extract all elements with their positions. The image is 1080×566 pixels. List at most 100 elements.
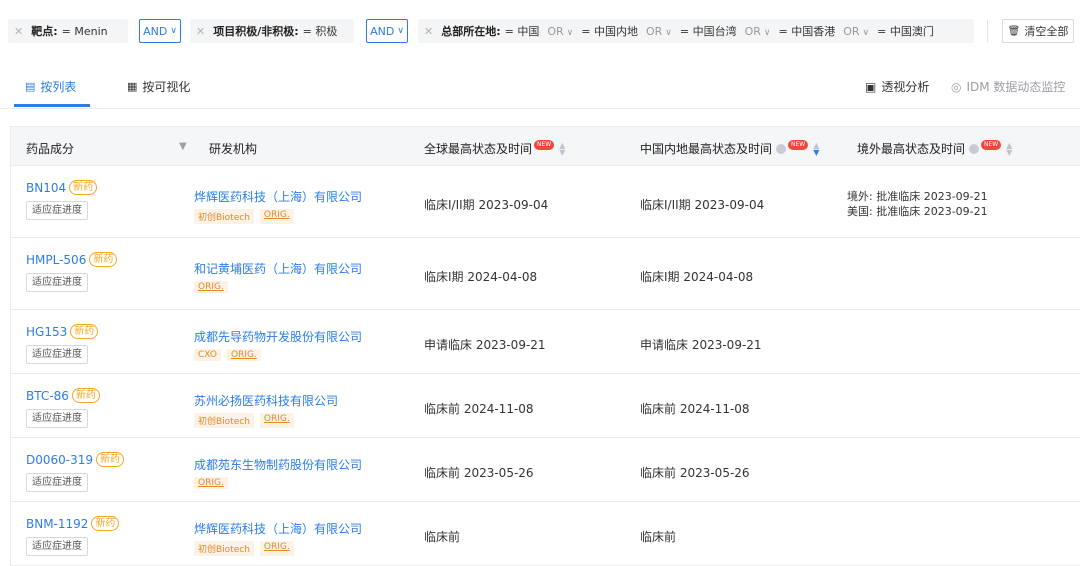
tab-visualization[interactable]: ▦ 按可视化 <box>127 78 190 95</box>
new-badge: NEW <box>534 139 555 150</box>
header-label: 中国内地最高状态及时间 <box>640 142 773 156</box>
org-tag[interactable]: ORIG. <box>259 541 294 556</box>
new-drug-badge: 新药 <box>96 452 125 467</box>
header-overseas-status[interactable]: 境外最高状态及时间 NEW ▲ ▼ <box>857 139 1012 157</box>
and-label: AND <box>143 24 168 38</box>
or-operator[interactable]: OR ∨ <box>547 25 573 38</box>
or-operator[interactable]: OR ∨ <box>646 25 672 38</box>
new-drug-badge: 新药 <box>89 252 118 267</box>
org-tags: 初创Biotech ORIG. <box>194 209 362 224</box>
indication-progress-button[interactable]: 适应症进度 <box>26 201 88 220</box>
filter-value: = 中国台湾 <box>679 25 737 38</box>
and-operator-1[interactable]: AND ∨ <box>139 19 181 43</box>
clear-all-button[interactable]: 🗑 清空全部 <box>1002 19 1074 43</box>
org-tags: 初创Biotech ORIG. <box>194 413 338 428</box>
idm-monitor-button[interactable]: ◎ IDM 数据动态监控 <box>951 78 1065 95</box>
close-icon[interactable]: ✕ <box>14 25 23 38</box>
or-label: OR <box>547 24 564 38</box>
chevron-down-icon: ∨ <box>566 27 574 38</box>
and-operator-2[interactable]: AND ∨ <box>366 19 408 43</box>
drug-name-link[interactable]: BTC-86 新药 <box>26 388 100 403</box>
filter-value: = 中国 <box>504 25 540 38</box>
global-status: 申请临床 2023-09-21 <box>424 338 546 352</box>
sort-icon[interactable]: ▲ ▼ <box>813 141 819 156</box>
org-link[interactable]: 烨辉医药科技（上海）有限公司 <box>194 188 362 205</box>
or-operator[interactable]: OR ∨ <box>843 25 869 38</box>
drug-name-link[interactable]: BNM-1192 新药 <box>26 516 120 531</box>
global-status: 临床I/II期 2023-09-04 <box>424 198 549 212</box>
indication-progress-button[interactable]: 适应症进度 <box>26 409 88 428</box>
table-header: 药品成分 ▼ 研发机构 全球最高状态及时间 NEW ▲ ▼ 中国内地最高状态及时间… <box>10 126 1080 166</box>
indication-progress-button[interactable]: 适应症进度 <box>26 273 88 292</box>
new-badge: NEW <box>981 139 1002 150</box>
china-status: 临床I/II期 2023-09-04 <box>640 198 765 212</box>
filter-icon[interactable]: ▼ <box>179 141 187 152</box>
sort-icon[interactable]: ▲ ▼ <box>1006 141 1012 156</box>
china-status: 临床前 2024-11-08 <box>640 402 750 416</box>
filter-chip-hq[interactable]: ✕ 总部所在地: = 中国 OR ∨ = 中国内地 OR ∨ = 中国台湾 OR ∨ … <box>418 19 974 43</box>
drug-name: BTC-86 <box>26 388 69 403</box>
trash-icon: 🗑 <box>1007 25 1021 37</box>
header-global-status[interactable]: 全球最高状态及时间 NEW ▲ ▼ <box>424 139 565 157</box>
new-drug-badge: 新药 <box>91 516 120 531</box>
overseas-status: 境外: 批准临床 2023-09-21 美国: 批准临床 2023-09-21 <box>847 189 988 219</box>
grid-icon: ▦ <box>127 80 138 93</box>
org-link[interactable]: 烨辉医药科技（上海）有限公司 <box>194 520 362 537</box>
org-link[interactable]: 苏州必扬医药科技有限公司 <box>194 392 338 409</box>
org-tag: 初创Biotech <box>194 541 254 556</box>
header-label: 研发机构 <box>209 142 258 156</box>
or-operator[interactable]: OR ∨ <box>745 25 771 38</box>
close-icon[interactable]: ✕ <box>196 25 205 38</box>
indication-progress-button[interactable]: 适应症进度 <box>26 345 88 364</box>
filter-chip-project[interactable]: ✕ 项目积极/非积极: = 积极 <box>190 19 354 43</box>
chevron-down-icon: ∨ <box>862 27 870 38</box>
clear-all-label: 清空全部 <box>1024 25 1069 38</box>
or-label: OR <box>645 24 663 38</box>
drug-name-link[interactable]: HG153 新药 <box>26 324 99 339</box>
filter-chip-target[interactable]: ✕ 靶点: = Menin <box>8 19 128 43</box>
indication-progress-button[interactable]: 适应症进度 <box>26 537 88 556</box>
drug-name: HG153 <box>26 324 68 339</box>
pivot-analysis-button[interactable]: ▣ 透视分析 <box>865 78 929 95</box>
header-china-status[interactable]: 中国内地最高状态及时间 NEW ▲ ▼ <box>640 139 819 157</box>
filter-key: 总部所在地: <box>441 25 501 38</box>
new-drug-badge: 新药 <box>69 180 98 195</box>
org-link[interactable]: 和记黄埔医药（上海）有限公司 <box>194 260 362 277</box>
org-link[interactable]: 成都先导药物开发股份有限公司 <box>194 328 362 345</box>
chevron-down-icon: ∨ <box>665 27 672 38</box>
drug-name: BN104 <box>26 180 67 195</box>
china-status: 临床前 2023-05-26 <box>640 466 750 480</box>
close-icon[interactable]: ✕ <box>424 25 433 38</box>
org-tags: ORIG. <box>194 477 362 489</box>
org-tag[interactable]: ORIG. <box>194 477 228 489</box>
org-tags: CXO ORIG. <box>194 349 362 361</box>
info-icon[interactable] <box>776 143 787 154</box>
drug-name-link[interactable]: BN104 新药 <box>26 180 98 195</box>
drug-name: HMPL-506 <box>26 252 87 267</box>
view-tabs: ▤ 按列表 ▦ 按可视化 ▣ 透视分析 ◎ IDM 数据动态监控 <box>0 62 1080 109</box>
pivot-label: 透视分析 <box>881 80 930 94</box>
org-link[interactable]: 成都苑东生物制药股份有限公司 <box>194 456 362 473</box>
overseas-status-line: 美国: 批准临床 2023-09-21 <box>847 205 988 218</box>
drug-name-link[interactable]: HMPL-506 新药 <box>26 252 118 267</box>
drug-table: 药品成分 ▼ 研发机构 全球最高状态及时间 NEW ▲ ▼ 中国内地最高状态及时间… <box>10 126 1080 566</box>
divider <box>987 20 988 42</box>
tab-label: 按列表 <box>40 80 77 94</box>
org-tag[interactable]: ORIG. <box>259 209 294 224</box>
table-row: BTC-86 新药 适应症进度 苏州必扬医药科技有限公司 初创Biotech OR… <box>10 374 1080 438</box>
info-icon[interactable] <box>969 143 980 154</box>
org-tag[interactable]: ORIG. <box>259 413 294 428</box>
org-tag[interactable]: ORIG. <box>194 281 228 293</box>
org-tag[interactable]: ORIG. <box>226 349 261 361</box>
chevron-down-icon: ∨ <box>763 27 771 38</box>
new-badge: NEW <box>788 139 809 150</box>
chevron-down-icon: ∨ <box>170 26 177 36</box>
indication-progress-button[interactable]: 适应症进度 <box>26 473 88 492</box>
list-icon: ▤ <box>25 80 36 93</box>
new-drug-badge: 新药 <box>71 388 100 403</box>
table-body: BN104 新药 适应症进度 烨辉医药科技（上海）有限公司 初创Biotech O… <box>10 166 1080 566</box>
sort-icon[interactable]: ▲ ▼ <box>559 141 565 156</box>
drug-name-link[interactable]: D0060-319 新药 <box>26 452 125 467</box>
filter-value: = 中国香港 <box>778 25 836 38</box>
tab-list[interactable]: ▤ 按列表 <box>25 78 76 95</box>
